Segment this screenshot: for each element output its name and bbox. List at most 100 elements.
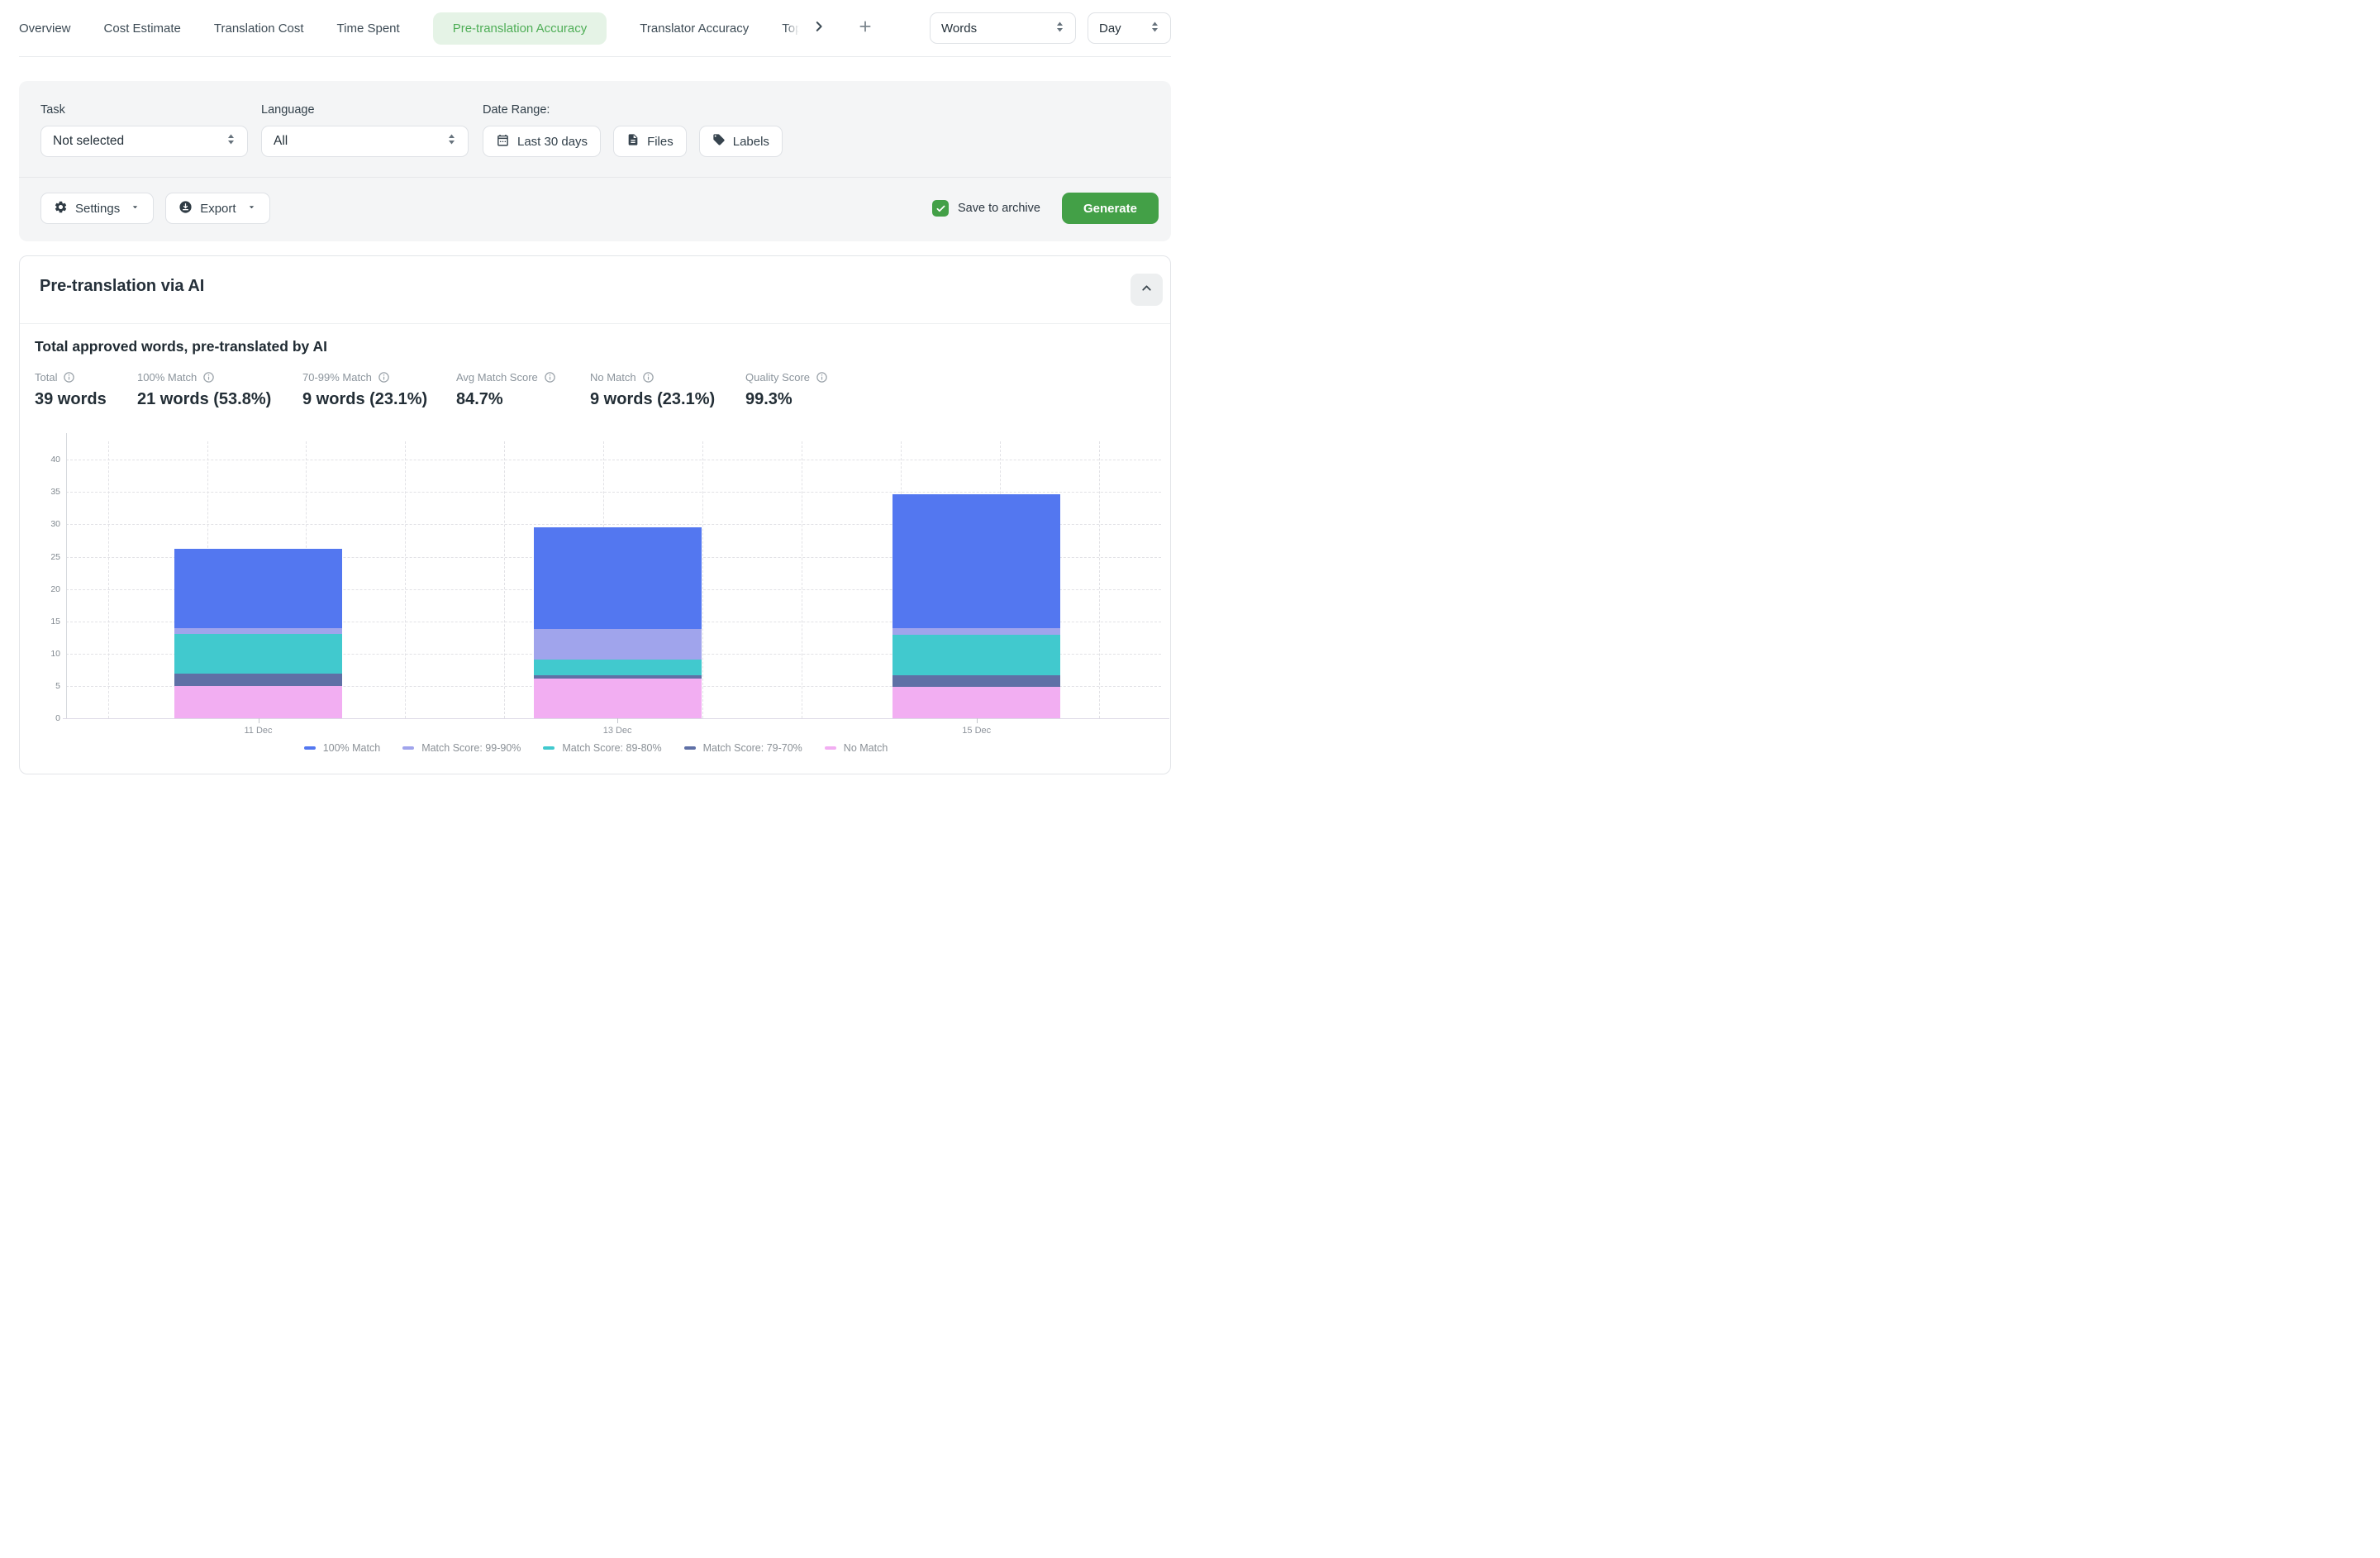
period-select[interactable]: Day xyxy=(1088,12,1171,44)
stat-label: 70-99% Match xyxy=(302,371,372,384)
select-arrows-icon xyxy=(226,133,236,150)
task-filter-label: Task xyxy=(40,103,248,117)
bar-segment-100-match-11-dec[interactable] xyxy=(174,549,342,627)
bar-segment-match-score-79-70-11-dec[interactable] xyxy=(174,674,342,686)
labels-button-label: Labels xyxy=(733,135,769,149)
generate-button[interactable]: Generate xyxy=(1062,193,1159,224)
legend-label: Match Score: 99-90% xyxy=(421,742,521,754)
legend-item-100-match[interactable]: 100% Match xyxy=(304,742,380,754)
bar-segment-no-match-15-dec[interactable] xyxy=(892,687,1060,718)
report-actions-right: Save to archive Generate xyxy=(932,193,1159,224)
info-icon[interactable] xyxy=(202,371,215,384)
stats-row: Total39 words 100% Match 21 words (53.8%) 7… xyxy=(20,370,1170,423)
select-arrows-icon xyxy=(1150,21,1159,36)
caret-down-icon xyxy=(246,202,257,216)
task-filter: Task Not selected xyxy=(40,103,248,157)
y-axis-tick-label: 15 xyxy=(29,617,60,627)
info-icon[interactable] xyxy=(378,371,390,384)
legend-marker-icon xyxy=(402,746,414,750)
task-select-value: Not selected xyxy=(53,134,124,149)
task-select[interactable]: Not selected xyxy=(40,126,248,157)
select-arrows-icon xyxy=(447,133,456,150)
y-axis-tick-label: 30 xyxy=(29,519,60,529)
bar-segment-no-match-11-dec[interactable] xyxy=(174,686,342,718)
gridline-v xyxy=(504,441,505,718)
checkbox-checked-icon xyxy=(932,200,949,217)
tab-time-spent[interactable]: Time Spent xyxy=(337,12,400,45)
tag-icon xyxy=(712,133,726,150)
labels-filter-button[interactable]: Labels xyxy=(699,126,783,157)
bar-segment-match-score-89-80-15-dec[interactable] xyxy=(892,635,1060,674)
gear-icon xyxy=(54,200,68,217)
bar-segment-100-match-15-dec[interactable] xyxy=(892,494,1060,629)
info-icon[interactable] xyxy=(63,371,75,384)
unit-select[interactable]: Words xyxy=(930,12,1076,44)
info-icon[interactable] xyxy=(816,371,828,384)
info-icon[interactable] xyxy=(642,371,654,384)
bar-segment-match-score-79-70-13-dec[interactable] xyxy=(534,675,702,679)
y-axis-tick-label: 35 xyxy=(29,487,60,497)
info-icon[interactable] xyxy=(544,371,556,384)
language-filter: Language All xyxy=(261,103,469,157)
chart-section-title: Total approved words, pre-translated by … xyxy=(35,338,327,355)
legend-item-match-score-99-90[interactable]: Match Score: 99-90% xyxy=(402,742,521,754)
settings-button[interactable]: Settings xyxy=(40,193,154,224)
gridline-h xyxy=(66,492,1161,493)
tab-translator-accuracy[interactable]: Translator Accuracy xyxy=(640,12,749,45)
legend-item-no-match[interactable]: No Match xyxy=(825,742,888,754)
date-filter-buttons: Last 30 days Files Labels xyxy=(483,126,783,157)
tab-cost-estimate[interactable]: Cost Estimate xyxy=(104,12,181,45)
stat-quality-score: Quality Score99.3% xyxy=(745,370,828,409)
language-select-value: All xyxy=(274,134,288,149)
date-range-button[interactable]: Last 30 days xyxy=(483,126,601,157)
language-select[interactable]: All xyxy=(261,126,469,157)
bar-segment-match-score-89-80-11-dec[interactable] xyxy=(174,634,342,674)
tab-translation-cost[interactable]: Translation Cost xyxy=(214,12,304,45)
legend-marker-icon xyxy=(825,746,836,750)
bar-segment-match-score-99-90-11-dec[interactable] xyxy=(174,628,342,635)
save-to-archive-checkbox[interactable]: Save to archive xyxy=(932,200,1040,217)
tab-pre-translation-accuracy[interactable]: Pre-translation Accuracy xyxy=(433,12,607,45)
files-filter-button[interactable]: Files xyxy=(613,126,687,157)
tabs-scroll-right-button[interactable] xyxy=(812,19,826,38)
collapse-card-button[interactable] xyxy=(1130,274,1163,306)
gridline-v xyxy=(1099,441,1100,718)
export-button[interactable]: Export xyxy=(165,193,269,224)
legend-label: Match Score: 79-70% xyxy=(703,742,802,754)
x-axis-tick xyxy=(617,718,618,723)
period-select-value: Day xyxy=(1099,21,1121,36)
stat-total: Total39 words xyxy=(35,370,107,409)
bar-segment-100-match-13-dec[interactable] xyxy=(534,527,702,630)
date-range-label: Date Range: xyxy=(483,103,783,117)
legend-item-match-score-89-80[interactable]: Match Score: 89-80% xyxy=(543,742,661,754)
tab-top[interactable]: Top xyxy=(782,12,802,45)
bar-segment-match-score-99-90-13-dec[interactable] xyxy=(534,629,702,660)
stat-label: 100% Match xyxy=(137,371,197,384)
page: Overview Cost Estimate Translation Cost Tim… xyxy=(0,0,1190,779)
y-axis-tick-label: 5 xyxy=(29,681,60,691)
legend-item-match-score-79-70[interactable]: Match Score: 79-70% xyxy=(684,742,802,754)
date-range-value: Last 30 days xyxy=(517,135,588,149)
select-arrows-icon xyxy=(1055,21,1064,36)
gridline-v xyxy=(702,441,703,718)
tab-overview[interactable]: Overview xyxy=(19,12,71,45)
bar-segment-match-score-89-80-13-dec[interactable] xyxy=(534,660,702,675)
chevron-up-icon xyxy=(1140,281,1154,299)
stat-value: 9 words (23.1%) xyxy=(302,390,427,409)
bar-segment-match-score-79-70-15-dec[interactable] xyxy=(892,675,1060,687)
x-axis-line xyxy=(63,718,1169,719)
bar-segment-match-score-99-90-15-dec[interactable] xyxy=(892,628,1060,635)
add-report-button[interactable] xyxy=(858,19,873,38)
card-title: Pre-translation via AI xyxy=(40,277,204,296)
y-axis-line xyxy=(66,433,67,718)
bar-segment-no-match-13-dec[interactable] xyxy=(534,679,702,718)
legend-marker-icon xyxy=(304,746,316,750)
stat-value: 21 words (53.8%) xyxy=(137,390,271,409)
date-range-filter: Date Range: Last 30 days Files xyxy=(483,103,783,157)
stat-no-match: No Match9 words (23.1%) xyxy=(590,370,715,409)
y-axis-tick-label: 0 xyxy=(29,713,60,723)
report-filters-panel: Task Not selected Language All Date Rang… xyxy=(19,81,1171,241)
x-axis-tick-label: 15 Dec xyxy=(962,726,991,736)
export-button-label: Export xyxy=(200,202,236,216)
stat-label: Avg Match Score xyxy=(456,371,538,384)
